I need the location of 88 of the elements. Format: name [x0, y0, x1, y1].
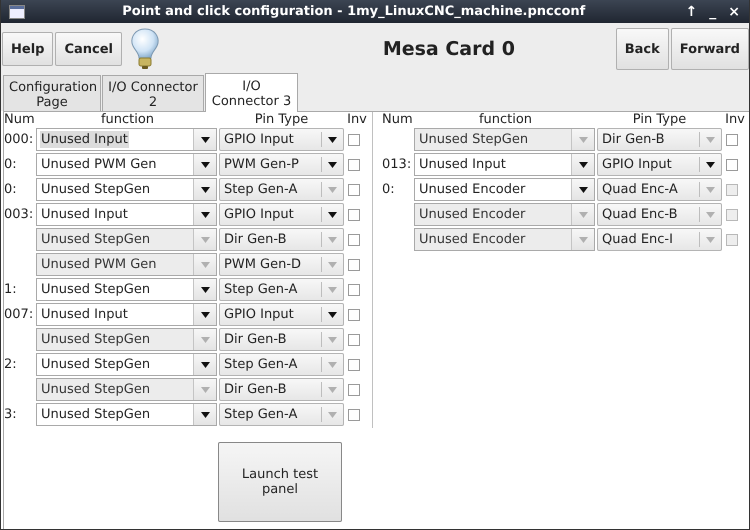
pin-type-combo[interactable]: Step Gen-A [219, 178, 344, 201]
inv-checkbox[interactable] [726, 158, 738, 170]
column-header: Num [382, 112, 414, 127]
pin-type-combo[interactable]: Step Gen-A [219, 403, 344, 426]
pin-type-combo[interactable]: PWM Gen-D [219, 253, 344, 276]
dropdown-arrow-icon [200, 412, 210, 418]
inv-checkbox[interactable] [348, 234, 360, 246]
pin-number: 007: [4, 307, 34, 322]
pin-number: 0: [4, 182, 18, 197]
dropdown-arrow-icon [200, 212, 210, 218]
window-icon [9, 4, 25, 18]
cancel-button[interactable]: Cancel [55, 32, 122, 66]
dropdown-arrow-icon [578, 186, 588, 192]
column-header: Pin Type [632, 112, 688, 127]
dropdown-arrow-icon [200, 386, 210, 392]
function-combo[interactable]: Unused Input [36, 128, 217, 151]
column-header: Inv [346, 112, 368, 127]
inv-checkbox[interactable] [348, 408, 360, 420]
back-button[interactable]: Back [616, 28, 669, 70]
inv-checkbox[interactable] [348, 258, 360, 270]
function-combo[interactable]: Unused Encoder [414, 178, 595, 201]
dropdown-arrow-icon [200, 236, 210, 242]
function-combo[interactable]: Unused StepGen [36, 178, 217, 201]
page-heading: Mesa Card 0 [382, 38, 516, 60]
pin-type-combo[interactable]: GPIO Input [219, 128, 344, 151]
dropdown-arrow-icon [200, 312, 210, 318]
inv-checkbox[interactable] [348, 184, 360, 196]
pin-type-combo[interactable]: GPIO Input [219, 303, 344, 326]
pin-number: 1: [4, 282, 18, 297]
function-combo[interactable]: Unused StepGen [36, 403, 217, 426]
dropdown-arrow-icon [200, 362, 210, 368]
pin-number: 000: [4, 132, 34, 147]
forward-button[interactable]: Forward [670, 28, 749, 70]
dropdown-arrow-icon [578, 212, 588, 218]
inv-checkbox[interactable] [726, 134, 738, 146]
inv-checkbox[interactable] [348, 208, 360, 220]
column-header: Inv [724, 112, 746, 127]
pin-type-combo[interactable]: Quad Enc-B [597, 203, 722, 226]
help-button[interactable]: Help [2, 32, 54, 66]
dropdown-arrow-icon [200, 336, 210, 342]
function-combo[interactable]: Unused Input [36, 303, 217, 326]
pin-type-combo[interactable]: GPIO Input [219, 203, 344, 226]
dropdown-arrow-icon [578, 236, 588, 242]
maximize-button[interactable]: ↑ [682, 2, 700, 22]
pin-type-combo[interactable]: Step Gen-A [219, 353, 344, 376]
column-header: function [478, 112, 534, 127]
pin-number: 013: [382, 157, 412, 172]
inv-checkbox[interactable] [348, 158, 360, 170]
pin-type-combo[interactable]: Step Gen-A [219, 278, 344, 301]
pin-type-combo[interactable]: Dir Gen-B [219, 378, 344, 401]
column-header: function [100, 112, 156, 127]
pin-number: 2: [4, 357, 18, 372]
column-header: Num [4, 112, 36, 127]
function-combo[interactable]: Unused PWM Gen [36, 153, 217, 176]
dropdown-arrow-icon [200, 186, 210, 192]
inv-checkbox[interactable] [348, 334, 360, 346]
dropdown-arrow-icon [578, 162, 588, 168]
pin-number: 003: [4, 207, 34, 222]
pin-type-combo[interactable]: Quad Enc-I [597, 228, 722, 251]
inv-checkbox[interactable] [348, 284, 360, 296]
pin-number: 0: [4, 157, 18, 172]
dropdown-arrow-icon [200, 262, 210, 268]
pin-number: 0: [382, 182, 396, 197]
close-button[interactable]: × [725, 2, 743, 22]
launch-test-panel-button[interactable]: Launch test panel [218, 442, 342, 522]
dropdown-arrow-icon [578, 136, 588, 142]
inv-checkbox[interactable] [348, 134, 360, 146]
dropdown-arrow-icon [200, 162, 210, 168]
pin-type-combo[interactable]: PWM Gen-P [219, 153, 344, 176]
pin-type-combo[interactable]: GPIO Input [597, 153, 722, 176]
inv-checkbox[interactable] [348, 308, 360, 320]
function-combo[interactable]: Unused StepGen [36, 353, 217, 376]
window-title: Point and click configuration - 1my_LinuxCNC_machine.pncconf [121, 4, 586, 19]
pin-number: 3: [4, 407, 18, 422]
minimize-button[interactable]: _ [706, 2, 720, 22]
pin-type-combo[interactable]: Dir Gen-B [219, 328, 344, 351]
dropdown-arrow-icon [200, 286, 210, 292]
pin-type-combo[interactable]: Dir Gen-B [219, 228, 344, 251]
dropdown-arrow-icon [200, 136, 210, 142]
pin-type-combo[interactable]: Dir Gen-B [597, 128, 722, 151]
pin-type-combo[interactable]: Quad Enc-A [597, 178, 722, 201]
inv-checkbox[interactable] [348, 358, 360, 370]
function-combo[interactable]: Unused StepGen [36, 278, 217, 301]
function-combo[interactable]: Unused Input [414, 153, 595, 176]
function-combo[interactable]: Unused Input [36, 203, 217, 226]
column-header: Pin Type [254, 112, 310, 127]
inv-checkbox[interactable] [348, 384, 360, 396]
tab[interactable]: I/O Connector 3 [205, 73, 298, 112]
